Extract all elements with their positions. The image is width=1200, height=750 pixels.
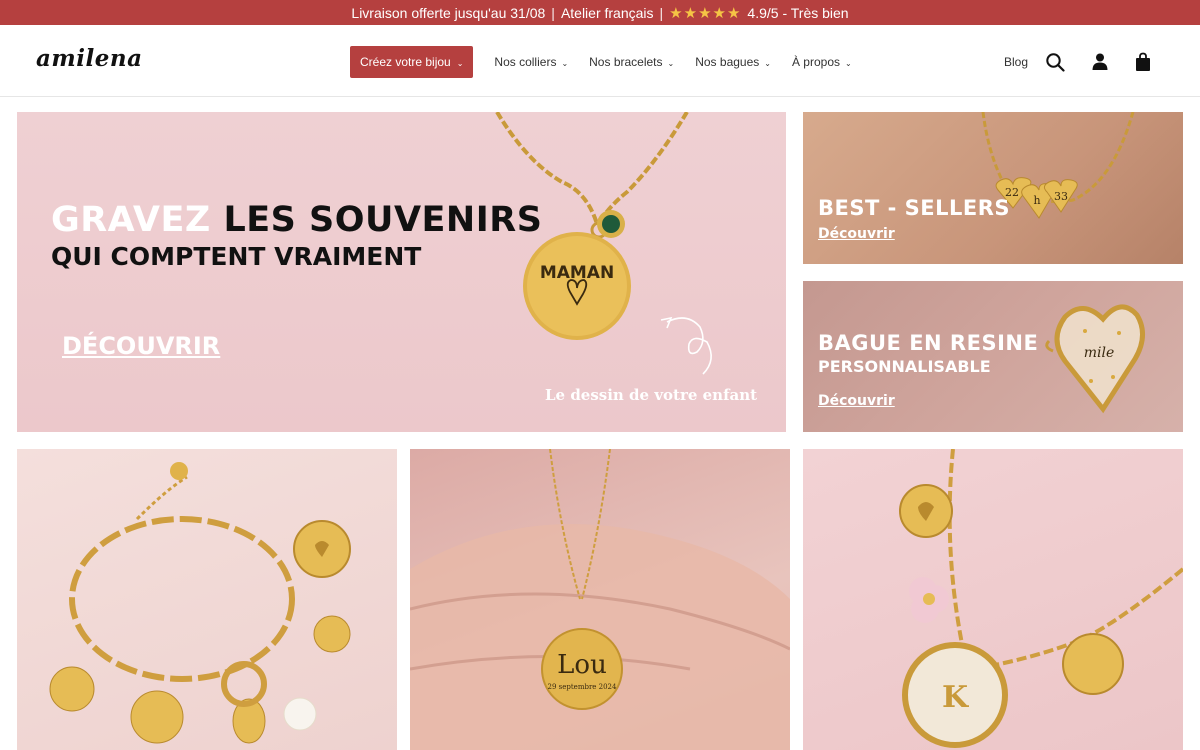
hero-title: GRAVEZ LES SOUVENIRS [51, 200, 542, 240]
rating-text: 4.9/5 - Très bien [747, 4, 849, 21]
nav-item-label: Nos bracelets [589, 55, 663, 69]
hero-discover-link[interactable]: DÉCOUVRIR [62, 332, 220, 360]
necklace-engraving-date: 29 septembre 2024 [548, 683, 617, 691]
product-image-necklace[interactable]: Lou 29 septembre 2024 [410, 449, 790, 750]
blog-link[interactable]: Blog [1004, 55, 1028, 69]
hero-necklace-image: MAMAN [495, 112, 712, 375]
site-header: amilena Créez votre bijou ⌄ Nos colliers… [0, 25, 1200, 97]
search-icon[interactable] [1045, 52, 1065, 72]
hero-title-light: GRAVEZ [51, 200, 211, 240]
chevron-down-icon: ⌄ [764, 58, 771, 68]
announcement-bar: Livraison offerte jusqu'au 31/08 | Ateli… [0, 0, 1200, 25]
main-nav: Créez votre bijou ⌄ Nos colliers ⌄ Nos b… [350, 46, 852, 78]
hero-banner[interactable]: MAMAN GRAVEZ LES SOUVENIRS QUI COMPTENT … [17, 112, 786, 432]
product-image-bracelet[interactable] [17, 449, 397, 750]
atelier-text: Atelier français [560, 4, 654, 21]
bestsellers-discover-link[interactable]: Découvrir [818, 226, 895, 242]
bracelet-image [49, 462, 351, 744]
account-icon[interactable] [1090, 52, 1110, 72]
nav-item-label: Nos bagues [695, 55, 760, 69]
necklace-engraving-name: Lou [557, 650, 607, 680]
nav-item-bracelets[interactable]: Nos bracelets ⌄ [589, 55, 674, 69]
nav-item-rings[interactable]: Nos bagues ⌄ [695, 55, 771, 69]
hero-caption: Le dessin de votre enfant [545, 386, 758, 404]
product-image-charms[interactable]: K [803, 449, 1183, 750]
hero-subtitle: QUI COMPTENT VRAIMENT [51, 242, 422, 271]
chevron-down-icon: ⌄ [561, 58, 569, 68]
divider: | [659, 4, 664, 21]
rating-stars-icon: ★★★★★ [669, 4, 742, 22]
bestsellers-banner[interactable]: 22 h 33 BEST - SELLERS Découvrir [803, 112, 1183, 264]
resin-title: BAGUE EN RESINE [818, 331, 1039, 355]
chevron-down-icon: ⌄ [845, 58, 852, 68]
cart-icon[interactable] [1133, 52, 1153, 72]
bestsellers-title: BEST - SELLERS [818, 196, 1011, 220]
nav-item-label: À propos [791, 55, 840, 69]
create-jewel-button[interactable]: Créez votre bijou ⌄ [350, 46, 474, 78]
shipping-text: Livraison offerte jusqu'au 31/08 [351, 4, 546, 21]
charms-image: K [899, 449, 1183, 748]
chevron-down-icon: ⌄ [667, 58, 675, 68]
necklace-image: Lou 29 septembre 2024 [410, 449, 790, 750]
nav-item-label: Nos colliers [494, 55, 557, 69]
create-jewel-label: Créez votre bijou [360, 55, 451, 69]
resin-subtitle: PERSONNALISABLE [818, 357, 991, 376]
charm-2: h [1033, 194, 1040, 207]
divider: | [551, 4, 555, 21]
nav-item-about[interactable]: À propos ⌄ [792, 55, 852, 69]
hero-title-dark: LES SOUVENIRS [223, 200, 543, 240]
chevron-down-icon: ⌄ [456, 58, 464, 68]
charm-letter: K [942, 680, 969, 715]
charm-3: 33 [1054, 190, 1068, 203]
resin-discover-link[interactable]: Découvrir [818, 393, 895, 409]
pendant-engraving: MAMAN [540, 263, 614, 283]
nav-item-necklaces[interactable]: Nos colliers ⌄ [494, 55, 568, 69]
resin-ring-banner[interactable]: mile BAGUE EN RESINE PERSONNALISABLE Déc… [803, 281, 1183, 432]
ring-engraving: mile [1084, 345, 1115, 361]
logo[interactable]: amilena [36, 45, 142, 72]
